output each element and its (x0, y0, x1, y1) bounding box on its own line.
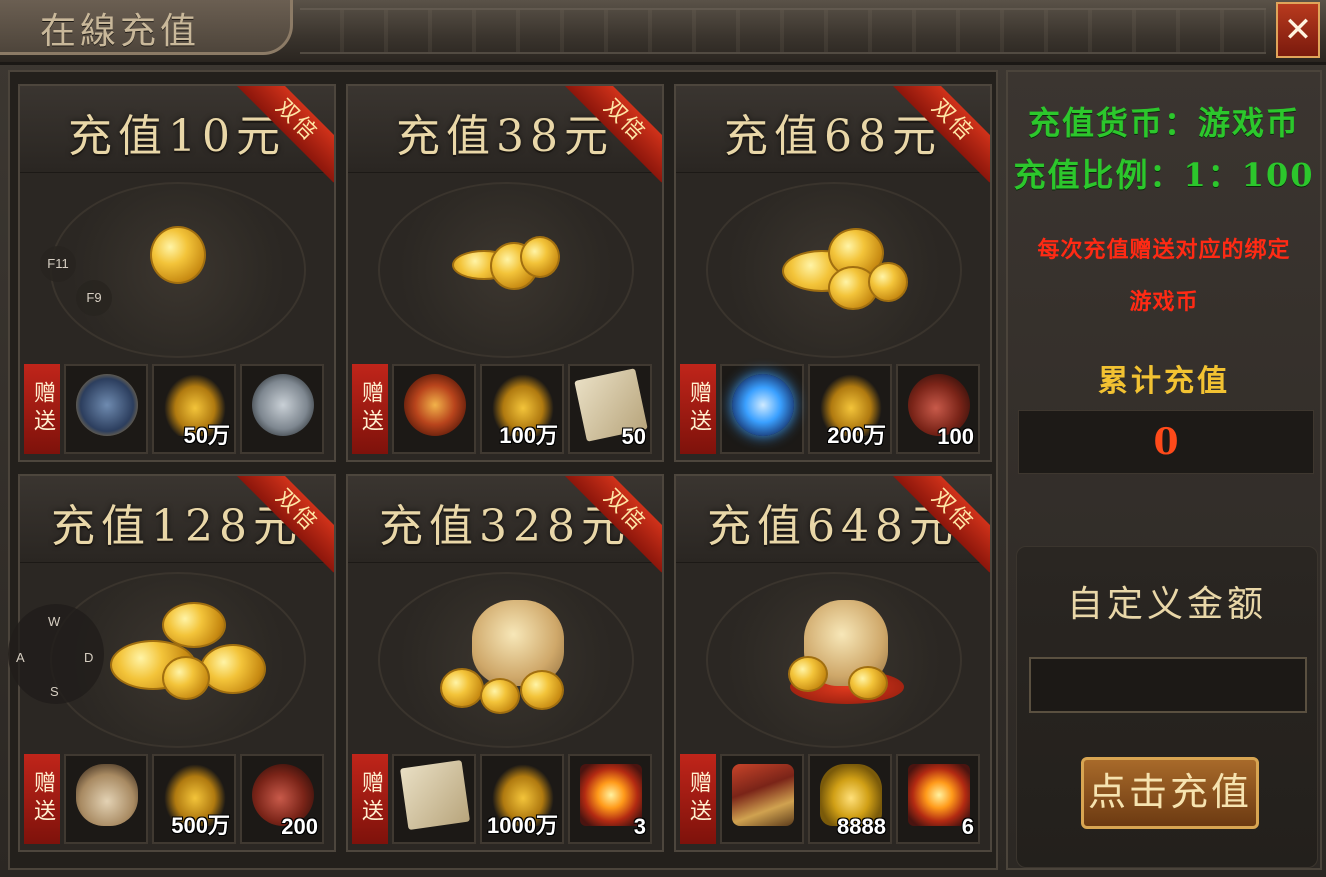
gift-slot[interactable]: 50 (568, 364, 652, 454)
total-recharge-label: 累计充值 (1098, 364, 1230, 399)
currency-info: 充值货币：游戏币 (1027, 104, 1300, 142)
gold-coin-icon (788, 656, 828, 692)
package-art (50, 182, 306, 358)
package-art (706, 182, 962, 358)
gift-row: 赠送 1000万 3 (352, 754, 658, 844)
gift-tag: 赠送 (24, 364, 60, 454)
treasure-chest-icon (76, 374, 138, 436)
gift-slot[interactable]: 200万 (808, 364, 892, 454)
gift-quantity: 3 (633, 814, 646, 839)
recharge-button[interactable]: 点击充值 (1081, 757, 1259, 829)
custom-amount-label: 自定义金额 (1066, 584, 1267, 625)
gift-slot[interactable]: 100 (896, 364, 980, 454)
gold-coin-icon (440, 668, 484, 708)
gift-slot[interactable]: 3 (568, 754, 652, 844)
window-title: 在線充值 (40, 11, 201, 52)
fire-book-icon (580, 764, 642, 826)
dpad-left[interactable]: A (16, 650, 25, 665)
gold-coin-icon (200, 644, 266, 694)
package-grid: 充值10元 双倍 赠送 50万 充值38元 双倍 赠送 100万 50 充值68… (8, 70, 998, 870)
hotkey-f11[interactable]: F11 (40, 246, 76, 282)
total-recharge-value: 0 (1018, 410, 1314, 474)
gold-coin-icon (868, 262, 908, 302)
gift-quantity: 1000万 (487, 813, 558, 838)
gift-slot[interactable]: 100万 (480, 364, 564, 454)
pouch-icon (76, 764, 138, 826)
package-card-328[interactable]: 充值328元 双倍 赠送 1000万 3 (346, 474, 664, 852)
gift-quantity: 8888 (837, 814, 886, 839)
patrol-token-icon (252, 374, 314, 436)
package-card-648[interactable]: 充值648元 双倍 赠送 8888 6 (674, 474, 992, 852)
custom-amount-input[interactable] (1029, 657, 1307, 713)
gift-quantity: 500万 (171, 813, 230, 838)
gift-slot[interactable]: 6 (896, 754, 980, 844)
scroll-paper-icon (399, 759, 471, 831)
gift-quantity: 50 (621, 424, 646, 449)
gift-tag: 赠送 (680, 754, 716, 844)
gold-coin-icon (162, 602, 226, 648)
gold-coin-icon (848, 666, 888, 700)
gift-quantity: 6 (961, 814, 974, 839)
gift-slot[interactable] (720, 364, 804, 454)
package-art (378, 572, 634, 748)
package-card-68[interactable]: 充值68元 双倍 赠送 200万 100 (674, 84, 992, 462)
gift-slot[interactable]: 8888 (808, 754, 892, 844)
magic-orb-icon (732, 374, 794, 436)
gold-coin-icon (150, 226, 206, 284)
gift-slot[interactable]: 200 (240, 754, 324, 844)
gift-tag: 赠送 (680, 364, 716, 454)
side-panel: 充值货币：游戏币 充值比例：1：100 每次充值赠送对应的绑定 游戏币 累计充值… (1006, 70, 1322, 870)
gift-slot[interactable]: 500万 (152, 754, 236, 844)
hotkey-f9[interactable]: F9 (76, 280, 112, 316)
gift-slot[interactable] (240, 364, 324, 454)
package-card-38[interactable]: 充值38元 双倍 赠送 100万 50 (346, 84, 664, 462)
gold-coin-icon (162, 656, 210, 700)
gift-tag: 赠送 (352, 754, 388, 844)
fire-book-icon (908, 764, 970, 826)
gift-tag: 赠送 (352, 364, 388, 454)
close-button[interactable]: ✕ (1276, 2, 1320, 58)
gift-quantity: 50万 (183, 423, 230, 448)
title-bar-ornament (300, 8, 1266, 54)
title-bar: 在線充值 ✕ (0, 0, 1326, 65)
custom-amount-panel: 自定义金额 点击充值 (1016, 546, 1318, 868)
gift-slot[interactable] (64, 364, 148, 454)
gold-coin-icon (520, 236, 560, 278)
gift-slot[interactable]: 1000万 (480, 754, 564, 844)
gift-row: 赠送 100万 50 (352, 364, 658, 454)
recharge-window: 在線充值 ✕ 充值10元 双倍 赠送 50万 充值38元 双倍 赠送 100万 … (0, 0, 1326, 877)
gift-quantity: 200 (281, 814, 318, 839)
ratio-info: 充值比例：1：100 (1013, 156, 1315, 194)
dpad-right[interactable]: D (84, 650, 93, 665)
title-plate: 在線充值 (0, 0, 293, 55)
gift-slot[interactable] (392, 364, 476, 454)
amulet-icon (404, 374, 466, 436)
gold-coin-icon (480, 678, 520, 714)
dpad-up[interactable]: W (48, 614, 60, 629)
gift-quantity: 200万 (827, 423, 886, 448)
gold-coin-icon (520, 670, 564, 710)
gift-slot[interactable] (392, 754, 476, 844)
direction-pad[interactable]: W A D S (8, 604, 104, 704)
gift-quantity: 100 (937, 424, 974, 449)
gift-row: 赠送 8888 6 (680, 754, 986, 844)
bonus-note: 每次充值赠送对应的绑定 (1037, 237, 1291, 263)
gift-quantity: 100万 (499, 423, 558, 448)
gift-tag: 赠送 (24, 754, 60, 844)
gift-row: 赠送 500万 200 (24, 754, 330, 844)
package-art (378, 182, 634, 358)
gift-slot[interactable]: 50万 (152, 364, 236, 454)
package-art (706, 572, 962, 748)
gift-row: 赠送 50万 (24, 364, 330, 454)
gift-row: 赠送 200万 100 (680, 364, 986, 454)
gift-slot[interactable] (720, 754, 804, 844)
gift-slot[interactable] (64, 754, 148, 844)
warrior-figure-icon (732, 764, 794, 826)
dpad-down[interactable]: S (50, 684, 59, 699)
close-icon: ✕ (1283, 10, 1313, 50)
bonus-note-continued: 游戏币 (1129, 289, 1199, 315)
